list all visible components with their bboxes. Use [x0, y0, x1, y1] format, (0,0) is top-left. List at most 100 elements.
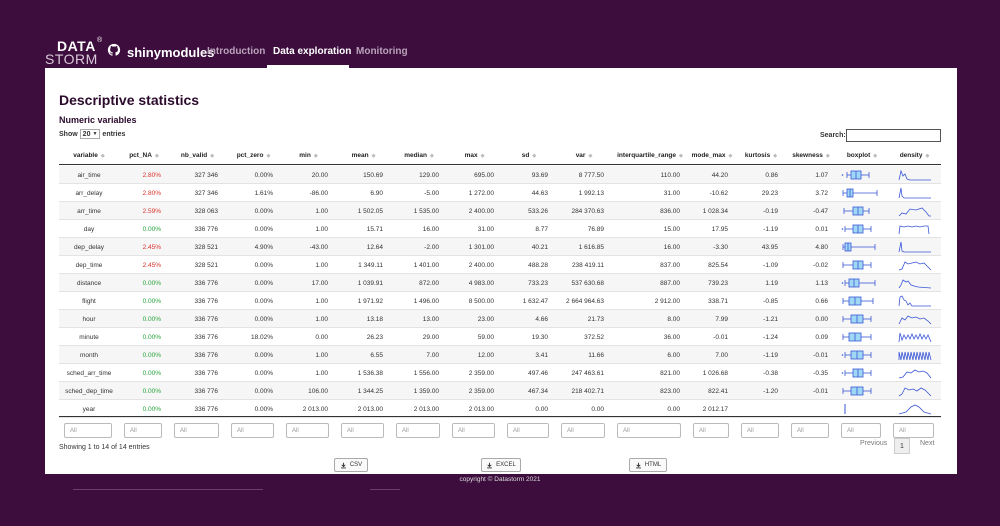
footer-divider: [73, 489, 263, 490]
table-row: hour 0.00% 336 776 0.00% 1.00 13.18 13.00 23.00…: [59, 310, 941, 328]
cell-iqr: 8.00: [667, 315, 680, 323]
column-filter-skewness[interactable]: All: [791, 423, 829, 438]
column-header-var[interactable]: var ◆: [556, 146, 612, 165]
cell-mode-max: 1 026.68: [702, 369, 728, 377]
boxplot-sparkline: [842, 188, 878, 198]
column-header-mode-max[interactable]: mode_max ◆: [688, 146, 736, 165]
cell-mode-max: 338.71: [708, 297, 728, 305]
csv-label: CSV: [349, 462, 363, 468]
density-sparkline: [898, 241, 931, 253]
column-filter-iqr[interactable]: All: [617, 423, 681, 438]
search-input[interactable]: [846, 129, 941, 142]
cell-max: 2 359.00: [468, 387, 494, 395]
column-filter-kurtosis[interactable]: All: [741, 423, 779, 438]
cell-pct-zero: 0.00%: [254, 279, 273, 287]
column-header-median[interactable]: median ◆: [391, 146, 447, 165]
column-header-pct-zero[interactable]: pct_zero ◆: [226, 146, 281, 165]
column-filter-mean[interactable]: All: [341, 423, 384, 438]
column-filter-pct-zero[interactable]: All: [231, 423, 274, 438]
pager-previous[interactable]: Previous: [860, 440, 887, 447]
cell-pct-na: 0.00%: [142, 315, 161, 323]
download-csv-button[interactable]: CSV: [334, 458, 368, 472]
column-filter-pct-na[interactable]: All: [124, 423, 162, 438]
download-html-button[interactable]: HTML: [629, 458, 667, 472]
cell-skewness: 0.01: [815, 225, 828, 233]
datastorm-logo[interactable]: DATA ® STORM: [45, 37, 105, 67]
column-header-kurtosis[interactable]: kurtosis ◆: [736, 146, 786, 165]
column-filter-var[interactable]: All: [561, 423, 605, 438]
cell-mean: 1 344.25: [357, 387, 383, 395]
tab-monitoring[interactable]: Monitoring: [356, 46, 408, 57]
column-filter-max[interactable]: All: [452, 423, 495, 438]
pager-next[interactable]: Next: [920, 440, 934, 447]
tab-data-exploration[interactable]: Data exploration: [273, 46, 351, 57]
section-title: Numeric variables: [59, 115, 137, 125]
cell-mode-max: -3.30: [713, 243, 728, 251]
cell-median: 7.00: [426, 351, 439, 359]
column-header-variable[interactable]: variable ◆: [59, 146, 119, 165]
table-row: day 0.00% 336 776 0.00% 1.00 15.71 16.00 31.00 8…: [59, 220, 941, 238]
column-filter-nb-valid[interactable]: All: [174, 423, 219, 438]
column-filter-sd[interactable]: All: [507, 423, 549, 438]
cell-median: 872.00: [419, 279, 439, 287]
table-row: minute 0.00% 336 776 18.02% 0.00 26.23 29.00 59…: [59, 328, 941, 346]
column-filter-median[interactable]: All: [396, 423, 440, 438]
github-cat-icon[interactable]: [107, 43, 121, 57]
column-filter-density[interactable]: All: [893, 423, 934, 438]
cell-max: 59.00: [477, 333, 494, 341]
column-header-label: pct_NA: [129, 152, 152, 159]
sort-icon: ◆: [825, 152, 830, 159]
cell-nb-valid: 328 521: [194, 243, 219, 251]
cell-var: 76.89: [587, 225, 604, 233]
entries-select[interactable]: 20 ▼: [79, 129, 101, 139]
cell-pct-zero: 0.00%: [254, 315, 273, 323]
column-header-skewness[interactable]: skewness ◆: [786, 146, 836, 165]
cell-var: 8 777.50: [578, 171, 604, 179]
cell-iqr: 16.00: [663, 243, 680, 251]
cell-mode-max: 44.20: [711, 171, 728, 179]
cell-mean: 6.90: [370, 189, 383, 197]
cell-max: 695.00: [474, 171, 494, 179]
column-filter-mode-max[interactable]: All: [693, 423, 729, 438]
cell-max: 2 400.00: [468, 261, 494, 269]
column-header-sd[interactable]: sd ◆: [502, 146, 556, 165]
cell-variable: air_time: [77, 171, 101, 179]
column-header-min[interactable]: min ◆: [281, 146, 336, 165]
download-excel-button[interactable]: EXCEL: [481, 458, 521, 472]
cell-pct-na: 0.00%: [142, 333, 161, 341]
column-header-boxplot[interactable]: boxplot ◆: [836, 146, 888, 165]
cell-mode-max: 1 028.34: [702, 207, 728, 215]
cell-min: 1.00: [315, 315, 328, 323]
cell-max: 1 272.00: [468, 189, 494, 197]
cell-max: 2 400.00: [468, 207, 494, 215]
boxplot-sparkline: [842, 242, 876, 252]
column-header-label: density: [899, 152, 923, 159]
cell-mean: 150.69: [363, 171, 383, 179]
column-header-label: var: [575, 152, 586, 159]
cell-mean: 12.64: [366, 243, 383, 251]
column-header-pct-na[interactable]: pct_NA ◆: [119, 146, 169, 165]
cell-mean: 26.23: [366, 333, 383, 341]
cell-min: 1.00: [315, 297, 328, 305]
cell-min: 0.00: [315, 333, 328, 341]
column-filter-min[interactable]: All: [286, 423, 329, 438]
column-header-interquartile-range[interactable]: interquartile_range ◆: [612, 146, 688, 165]
column-filter-boxplot[interactable]: All: [841, 423, 881, 438]
column-filter-variable[interactable]: All: [64, 423, 112, 438]
tab-introduction[interactable]: Introduction: [207, 46, 265, 57]
download-icon: [635, 462, 641, 468]
boxplot-sparkline: [841, 278, 876, 288]
cell-variable: hour: [82, 315, 96, 323]
pager-current-page[interactable]: 1: [894, 438, 910, 454]
download-icon: [340, 462, 346, 468]
column-header-density[interactable]: density ◆: [888, 146, 941, 165]
cell-mode-max: 17.95: [711, 225, 728, 233]
column-header-nb-valid[interactable]: nb_valid ◆: [169, 146, 226, 165]
app-name[interactable]: shinymodules: [127, 45, 214, 60]
column-header-label: max: [464, 152, 478, 159]
column-header-mean[interactable]: mean ◆: [336, 146, 391, 165]
column-header-max[interactable]: max ◆: [447, 146, 502, 165]
table-row: dep_delay 2.45% 328 521 4.90% -43.00 12.64 -2.…: [59, 238, 941, 256]
column-header-label: min: [299, 152, 311, 159]
cell-median: 1 359.00: [413, 387, 439, 395]
